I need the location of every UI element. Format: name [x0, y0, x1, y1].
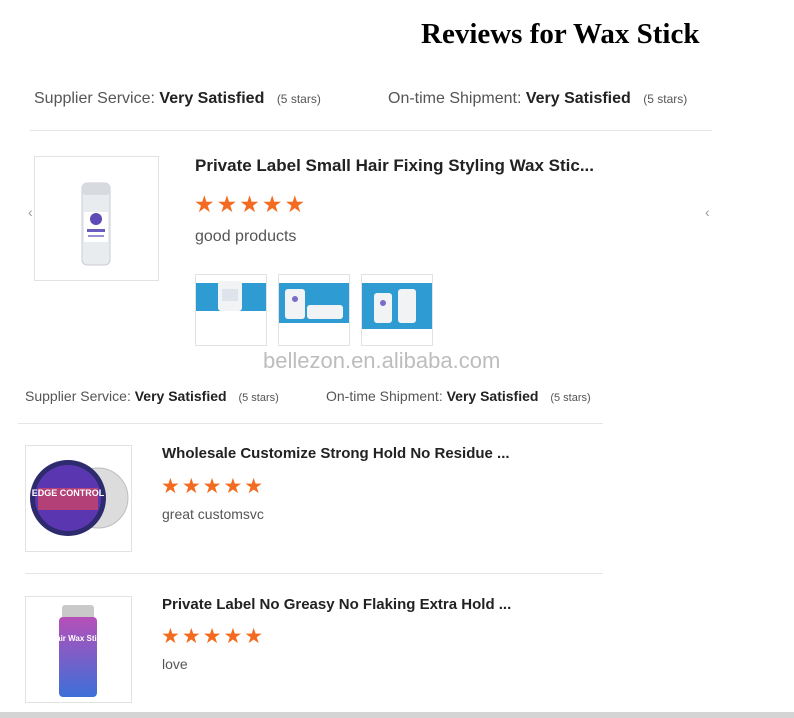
divider [25, 573, 603, 574]
shipment-rating: On-time Shipment: Very Satisfied (5 star… [388, 90, 687, 108]
hair-wax-stick-image: Hair Wax Stick [50, 605, 106, 697]
supplier-service-stars: (5 stars) [276, 92, 321, 106]
edge-control-label: EDGE CONTROL [32, 488, 105, 498]
product-image-wax-stick[interactable] [34, 156, 159, 281]
review-rating-stars: ★★★★★ [161, 475, 266, 498]
review-comment: great customsvc [162, 506, 264, 522]
supplier-service-label: Supplier Service: [25, 388, 131, 404]
prev-arrow[interactable]: ‹ [28, 204, 33, 220]
watermark: bellezon.en.alibaba.com [263, 348, 501, 373]
shipment-value: Very Satisfied [525, 90, 631, 107]
review-product-title[interactable]: Private Label No Greasy No Flaking Extra… [162, 596, 511, 613]
supplier-service-value: Very Satisfied [159, 90, 265, 107]
edge-control-image: EDGE CONTROL [30, 460, 129, 536]
divider [18, 423, 603, 424]
review-photo-image [279, 275, 349, 345]
shipment-value: Very Satisfied [446, 388, 539, 404]
product-image-hair-wax-stick[interactable]: Hair Wax Stick [25, 596, 132, 703]
review-product-title[interactable]: Wholesale Customize Strong Hold No Resid… [162, 445, 510, 462]
shipment-stars: (5 stars) [550, 392, 591, 404]
review-photo[interactable] [278, 274, 350, 346]
bottom-bar [0, 712, 794, 718]
shipment-label: On-time Shipment: [388, 90, 522, 107]
review-photo-image [362, 275, 432, 345]
supplier-service-rating: Supplier Service: Very Satisfied (5 star… [25, 388, 279, 404]
shipment-rating: On-time Shipment: Very Satisfied (5 star… [326, 388, 591, 404]
supplier-service-label: Supplier Service: [34, 90, 155, 107]
review-photo[interactable] [361, 274, 433, 346]
review-rating-stars: ★★★★★ [194, 191, 308, 217]
supplier-service-stars: (5 stars) [238, 392, 279, 404]
review-comment: good products [195, 228, 297, 245]
review-rating-stars: ★★★★★ [161, 625, 266, 648]
review-product-title[interactable]: Private Label Small Hair Fixing Styling … [195, 156, 594, 176]
review-photo[interactable] [195, 274, 267, 346]
wax-stick-image [81, 182, 111, 266]
product-image-edge-control[interactable]: EDGE CONTROL [25, 445, 132, 552]
supplier-service-rating: Supplier Service: Very Satisfied (5 star… [34, 90, 321, 108]
supplier-service-value: Very Satisfied [134, 388, 227, 404]
page-title: Reviews for Wax Stick [421, 18, 700, 50]
hair-wax-stick-label: Hair Wax Stick [50, 634, 106, 643]
shipment-label: On-time Shipment: [326, 388, 443, 404]
shipment-stars: (5 stars) [643, 92, 688, 106]
review-comment: love [162, 656, 188, 672]
next-arrow[interactable]: ‹ [705, 204, 710, 220]
review-photo-image [196, 275, 266, 345]
divider [30, 130, 712, 131]
